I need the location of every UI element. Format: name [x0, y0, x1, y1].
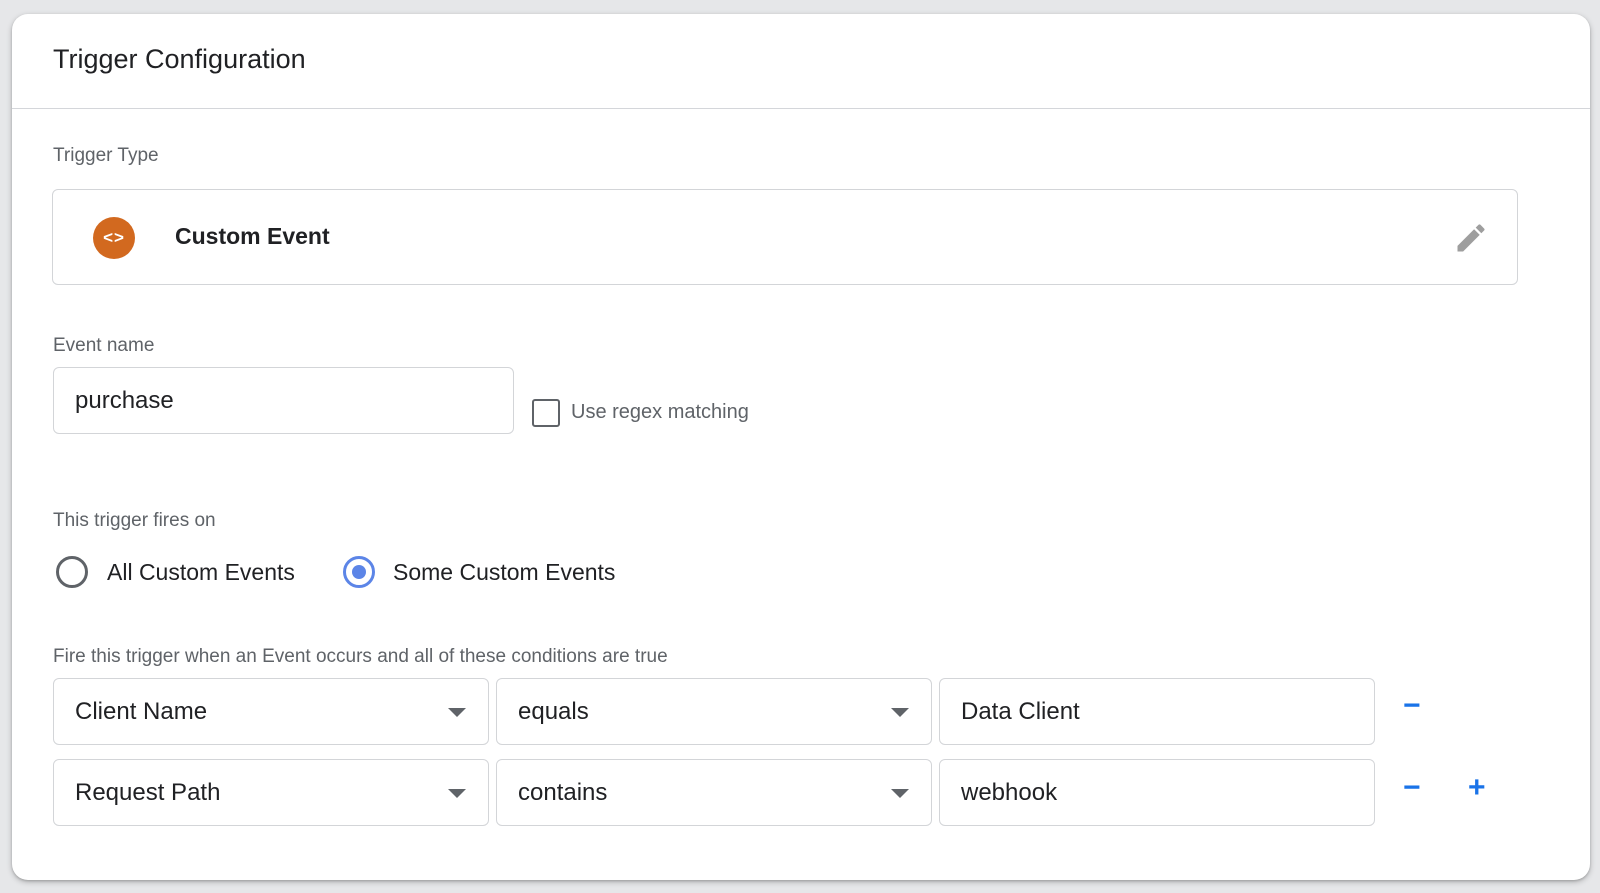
condition-value-text: Data Client	[961, 697, 1080, 725]
card-title: Trigger Configuration	[53, 44, 306, 74]
trigger-type-label: Trigger Type	[53, 145, 159, 166]
trigger-type-name: Custom Event	[175, 223, 330, 249]
regex-checkbox[interactable]	[532, 399, 560, 427]
condition-variable-select[interactable]: Request Path	[53, 759, 489, 826]
pencil-icon[interactable]	[1453, 220, 1489, 256]
regex-checkbox-label: Use regex matching	[571, 401, 749, 423]
condition-operator-select[interactable]: equals	[496, 678, 932, 745]
card-header: Trigger Configuration	[12, 14, 1590, 109]
chevron-down-icon	[891, 788, 909, 798]
radio-all-custom-events-label: All Custom Events	[107, 559, 295, 585]
event-name-label: Event name	[53, 335, 155, 356]
code-brackets-icon: <>	[93, 217, 135, 259]
trigger-type-selector[interactable]: <> Custom Event	[52, 189, 1518, 285]
condition-operator-value: equals	[518, 697, 589, 725]
add-condition-button[interactable]: +	[1468, 771, 1486, 805]
chevron-down-icon	[448, 707, 466, 717]
chevron-down-icon	[891, 707, 909, 717]
trigger-configuration-card: Trigger Configuration Trigger Type <> Cu…	[12, 14, 1590, 880]
radio-some-custom-events[interactable]	[343, 556, 375, 588]
radio-selected-dot	[352, 565, 366, 579]
radio-all-custom-events[interactable]	[56, 556, 88, 588]
condition-value-input[interactable]: webhook	[939, 759, 1375, 826]
condition-variable-value: Request Path	[75, 778, 221, 806]
event-name-input[interactable]: purchase	[53, 367, 514, 434]
chevron-down-icon	[448, 788, 466, 798]
event-name-value: purchase	[75, 386, 174, 414]
radio-some-custom-events-label: Some Custom Events	[393, 559, 616, 585]
fires-on-label: This trigger fires on	[53, 510, 216, 531]
conditions-label: Fire this trigger when an Event occurs a…	[53, 646, 668, 667]
remove-condition-button[interactable]: −	[1403, 689, 1421, 723]
condition-value-text: webhook	[961, 778, 1058, 806]
condition-variable-select[interactable]: Client Name	[53, 678, 489, 745]
condition-operator-value: contains	[518, 778, 608, 806]
condition-operator-select[interactable]: contains	[496, 759, 932, 826]
remove-condition-button[interactable]: −	[1403, 771, 1421, 805]
condition-variable-value: Client Name	[75, 697, 208, 725]
condition-value-input[interactable]: Data Client	[939, 678, 1375, 745]
